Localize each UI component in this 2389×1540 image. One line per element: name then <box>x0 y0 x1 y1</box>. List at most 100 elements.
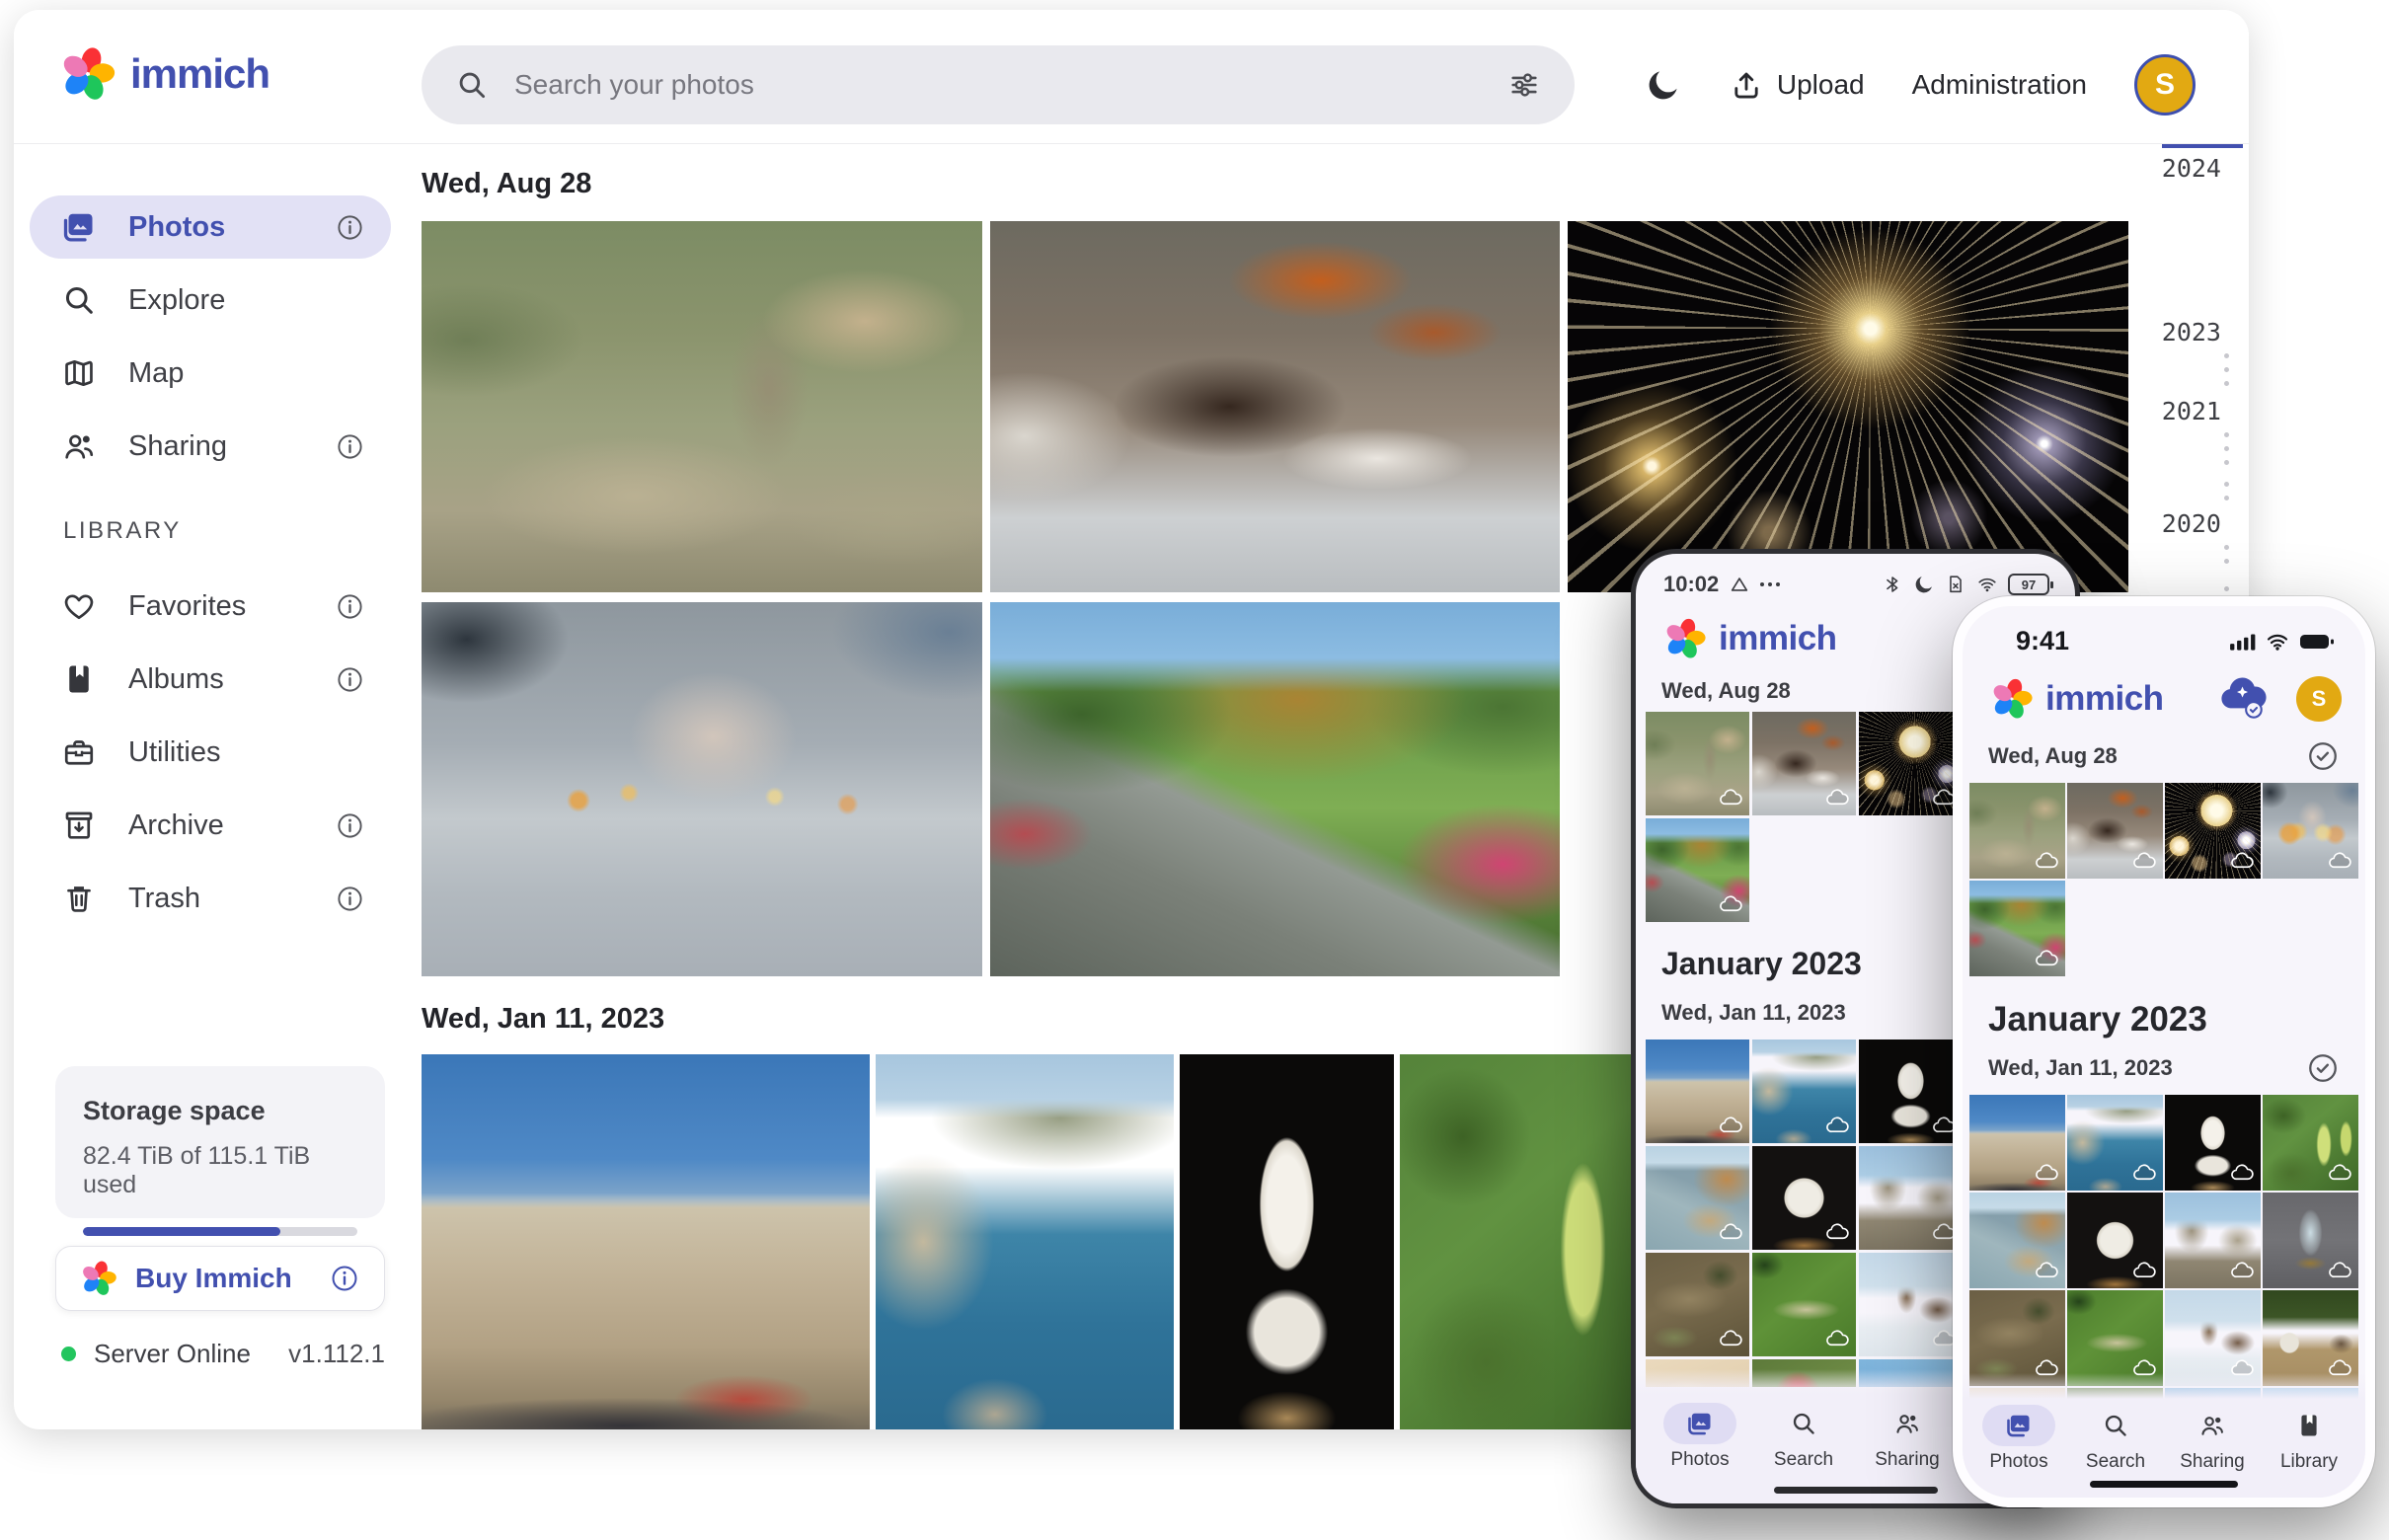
cloud-backup-icon <box>1720 1223 1742 1240</box>
photo-bust[interactable] <box>1859 1040 1963 1143</box>
photo-dinner[interactable] <box>990 221 1560 592</box>
photo-castle[interactable] <box>1646 1040 1749 1143</box>
timeline-year[interactable]: 2020 <box>2162 509 2221 538</box>
photo-silver[interactable] <box>2263 1193 2358 1288</box>
photo-path[interactable] <box>1646 818 1749 922</box>
moon-icon <box>1649 71 1677 100</box>
sidebar-item-favorites[interactable]: Favorites <box>30 575 391 638</box>
cloud-backup-icon <box>1826 789 1849 806</box>
photo-sculpt2[interactable] <box>2067 1193 2163 1288</box>
photo-zoo[interactable] <box>1646 712 1749 815</box>
photo-bust[interactable] <box>1180 1054 1394 1429</box>
photo-coast[interactable] <box>2067 1095 2163 1191</box>
photo-lizard1[interactable] <box>1969 1290 2065 1386</box>
sharing-people-icon <box>65 434 94 459</box>
sidebar-item-sharing[interactable]: Sharing <box>30 415 391 478</box>
tab-library[interactable]: Library <box>2267 1405 2351 1498</box>
photos-icon <box>1663 1403 1736 1444</box>
upload-button[interactable]: Upload <box>1730 68 1865 102</box>
sidebar-item-explore[interactable]: Explore <box>30 269 391 332</box>
timeline-tick <box>2224 545 2229 550</box>
info-icon[interactable] <box>335 431 365 462</box>
timeline-tick <box>2224 353 2229 358</box>
info-icon[interactable] <box>335 884 365 914</box>
photo-grid <box>1969 783 2365 879</box>
info-icon[interactable] <box>335 212 365 243</box>
photo-hands[interactable] <box>2263 783 2358 879</box>
tab-photos[interactable]: Photos <box>1976 1405 2061 1498</box>
timeline-tick <box>2224 460 2229 465</box>
photo-zoo[interactable] <box>1969 783 2065 879</box>
sidebar-item-map[interactable]: Map <box>30 342 391 405</box>
sidebar: Photos Explore Map Sharing LIBRARY Favor… <box>30 195 391 940</box>
timeline-year[interactable]: 2024 <box>2162 154 2221 183</box>
photo-coast[interactable] <box>876 1054 1174 1429</box>
photo-castle[interactable] <box>1969 1095 2065 1191</box>
cloud-backup-icon <box>1826 1330 1849 1347</box>
photo-ruins[interactable] <box>1859 1146 1963 1250</box>
home-indicator[interactable] <box>1773 1487 1938 1494</box>
photo-berries[interactable] <box>2263 1095 2358 1191</box>
timeline-tick <box>2224 446 2229 451</box>
photo-farm[interactable] <box>2263 1290 2358 1386</box>
photo-dinner[interactable] <box>2067 783 2163 879</box>
theme-toggle-button[interactable] <box>1645 66 1682 104</box>
photo-snow[interactable] <box>1859 1253 1963 1356</box>
timeline-year[interactable]: 2021 <box>2162 397 2221 425</box>
timeline-tick <box>2224 586 2229 591</box>
photo-zoo[interactable] <box>422 221 982 592</box>
user-avatar[interactable]: S <box>2296 676 2342 722</box>
photo-path[interactable] <box>990 602 1560 976</box>
photo-ruins[interactable] <box>2165 1193 2261 1288</box>
search-icon <box>459 72 486 99</box>
search-icon <box>2079 1405 2152 1446</box>
storage-title: Storage space <box>83 1096 266 1125</box>
sidebar-item-utilities[interactable]: Utilities <box>30 721 391 784</box>
sidebar-item-archive[interactable]: Archive <box>30 794 391 857</box>
administration-button[interactable]: Administration <box>1912 69 2087 101</box>
screenshot-stage: immich Search your photos Upload Adminis… <box>0 0 2389 1540</box>
cloud-backup-icon <box>1826 1116 1849 1133</box>
phone-mockup-ios: 9:41 immich S Wed, Aug 28 January 2023 W… <box>1953 596 2375 1507</box>
cloud-backup-icon <box>1720 1330 1742 1347</box>
info-icon[interactable] <box>335 664 365 695</box>
photo-fireworks[interactable] <box>1568 221 2128 592</box>
photo-snow[interactable] <box>2165 1290 2261 1386</box>
timeline-scrubber[interactable]: 2024 2023 2021 2020 <box>2130 10 2249 642</box>
home-indicator[interactable] <box>2090 1481 2238 1488</box>
search-input[interactable]: Search your photos <box>422 45 1575 124</box>
timeline-year[interactable]: 2023 <box>2162 318 2221 346</box>
info-icon[interactable] <box>335 810 365 841</box>
select-all-check-icon[interactable] <box>2306 739 2340 773</box>
sidebar-item-albums[interactable]: Albums <box>30 648 391 711</box>
photo-lizard1[interactable] <box>1646 1253 1749 1356</box>
immich-flower-icon <box>59 45 116 103</box>
photo-fireworks[interactable] <box>1859 712 1963 815</box>
sidebar-item-photos[interactable]: Photos <box>30 195 391 259</box>
photo-cliff[interactable] <box>1646 1146 1749 1250</box>
info-icon[interactable] <box>329 1263 360 1294</box>
immich-flower-icon <box>80 1260 117 1297</box>
sidebar-item-trash[interactable]: Trash <box>30 867 391 930</box>
cloud-backup-icon <box>1720 895 1742 912</box>
backup-cloud-icon[interactable] <box>2215 676 2269 722</box>
photo-hands[interactable] <box>422 602 982 976</box>
photo-castle[interactable] <box>422 1054 870 1429</box>
photo-path[interactable] <box>1969 881 2065 976</box>
immich-logo[interactable]: immich <box>59 45 270 103</box>
photo-dinner[interactable] <box>1752 712 1856 815</box>
photo-coast[interactable] <box>1752 1040 1856 1143</box>
photo-sculpt2[interactable] <box>1752 1146 1856 1250</box>
cloud-backup-icon <box>2329 1262 2351 1278</box>
info-icon[interactable] <box>335 591 365 622</box>
photo-lizard2[interactable] <box>2067 1290 2163 1386</box>
tab-photos[interactable]: Photos <box>1657 1403 1742 1503</box>
photo-lizard2[interactable] <box>1752 1253 1856 1356</box>
photo-cliff[interactable] <box>1969 1193 2065 1288</box>
photo-bust[interactable] <box>2165 1095 2261 1191</box>
month-heading: January 2023 <box>1988 1000 2207 1039</box>
search-filter-icon[interactable] <box>1507 68 1541 102</box>
select-all-check-icon[interactable] <box>2306 1051 2340 1085</box>
photo-fireworks[interactable] <box>2165 783 2261 879</box>
buy-immich-button[interactable]: Buy Immich <box>55 1246 385 1311</box>
